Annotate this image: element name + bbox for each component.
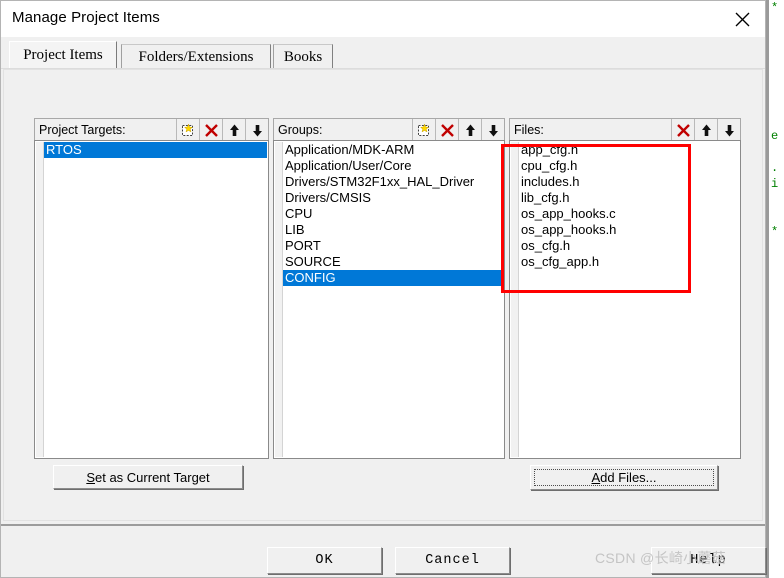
list-item[interactable]: os_cfg.h — [519, 238, 739, 254]
background-editor-line: * — [771, 1, 779, 15]
background-editor-line: e — [771, 129, 779, 143]
files-listbox[interactable]: app_cfg.h cpu_cfg.h includes.h lib_cfg.h os_… — [509, 140, 741, 459]
tab-strip: Project Items Folders/Extensions Books — [1, 37, 765, 69]
project-targets-gutter[interactable] — [36, 142, 44, 457]
groups-listbox[interactable]: Application/MDK-ARM Application/User/Core… — [273, 140, 505, 459]
list-item[interactable]: Application/User/Core — [283, 158, 503, 174]
add-files-button[interactable]: Add Files... — [530, 465, 718, 490]
list-item[interactable]: Drivers/STM32F1xx_HAL_Driver — [283, 174, 503, 190]
background-editor-line — [771, 112, 784, 128]
move-up-icon[interactable] — [458, 119, 481, 141]
tab-books[interactable]: Books — [273, 44, 333, 69]
groups-gutter[interactable] — [275, 142, 283, 457]
project-targets-items: RTOS — [44, 142, 267, 457]
help-label: Help — [690, 553, 727, 568]
background-editor-line — [771, 208, 784, 224]
groups-header: Groups: — [273, 118, 505, 141]
list-item[interactable]: os_cfg_app.h — [519, 254, 739, 270]
set-as-current-target-label: Set as Current Target — [86, 469, 210, 485]
background-editor-line — [771, 96, 784, 112]
ok-label: OK — [315, 553, 334, 568]
list-item[interactable]: Drivers/CMSIS — [283, 190, 503, 206]
background-editor-line: i — [771, 177, 779, 191]
project-targets-label: Project Targets: — [39, 122, 126, 137]
background-editor-line: . — [771, 161, 779, 175]
close-icon[interactable] — [719, 1, 765, 37]
new-item-icon[interactable] — [412, 119, 435, 141]
cancel-label: Cancel — [425, 553, 480, 568]
background-editor-line — [771, 192, 784, 208]
background-editor-line — [771, 64, 784, 80]
files-label: Files: — [514, 122, 544, 137]
project-targets-header: Project Targets: — [34, 118, 269, 141]
files-items: app_cfg.h cpu_cfg.h includes.h lib_cfg.h os_… — [519, 142, 739, 457]
move-down-icon[interactable] — [245, 119, 268, 141]
move-down-icon[interactable] — [717, 119, 740, 141]
set-as-current-target-button[interactable]: Set as Current Target — [53, 465, 243, 489]
screenshot-root: * e. i * Manage Project Items Project Items… — [0, 0, 784, 578]
list-item[interactable]: SOURCE — [283, 254, 503, 270]
delete-icon[interactable] — [671, 119, 694, 141]
tab-project-items[interactable]: Project Items — [9, 41, 117, 69]
project-targets-toolbar — [176, 119, 268, 141]
move-up-icon[interactable] — [222, 119, 245, 141]
ok-button[interactable]: OK — [267, 547, 382, 574]
tab-project-items-label: Project Items — [23, 47, 103, 63]
list-item[interactable]: os_app_hooks.c — [519, 206, 739, 222]
background-editor-line — [771, 144, 784, 160]
list-item[interactable]: CPU — [283, 206, 503, 222]
list-item[interactable]: Application/MDK-ARM — [283, 142, 503, 158]
list-item[interactable]: PORT — [283, 238, 503, 254]
delete-icon[interactable] — [435, 119, 458, 141]
list-item[interactable]: LIB — [283, 222, 503, 238]
groups-toolbar — [412, 119, 504, 141]
background-editor-line — [771, 48, 784, 64]
background-window-border — [766, 0, 769, 578]
background-editor-line — [771, 80, 784, 96]
delete-icon[interactable] — [199, 119, 222, 141]
help-button[interactable]: Help — [651, 547, 766, 574]
list-item[interactable]: lib_cfg.h — [519, 190, 739, 206]
move-down-icon[interactable] — [481, 119, 504, 141]
dialog-title: Manage Project Items — [12, 9, 160, 26]
tab-folders-extensions-label: Folders/Extensions — [138, 48, 254, 65]
list-item[interactable]: app_cfg.h — [519, 142, 739, 158]
list-item[interactable]: CONFIG — [283, 270, 503, 286]
background-editor-line — [771, 16, 784, 32]
files-gutter[interactable] — [511, 142, 519, 457]
files-toolbar — [671, 119, 740, 141]
tab-books-label: Books — [283, 48, 323, 65]
background-editor-text: * e. i * — [770, 0, 784, 578]
list-item[interactable]: RTOS — [44, 142, 267, 158]
manage-project-items-dialog: Manage Project Items Project Items Folde… — [0, 0, 766, 578]
add-files-label: Add Files... — [591, 470, 657, 485]
list-item[interactable]: os_app_hooks.h — [519, 222, 739, 238]
list-item[interactable]: includes.h — [519, 174, 739, 190]
groups-label: Groups: — [278, 122, 323, 137]
move-up-icon[interactable] — [694, 119, 717, 141]
background-editor-line — [771, 32, 784, 48]
tab-folders-extensions[interactable]: Folders/Extensions — [121, 44, 271, 69]
background-editor-line: * — [771, 225, 779, 239]
cancel-button[interactable]: Cancel — [395, 547, 510, 574]
files-header: Files: — [509, 118, 741, 141]
dialog-titlebar: Manage Project Items — [1, 1, 765, 37]
groups-items: Application/MDK-ARM Application/User/Core… — [283, 142, 503, 457]
list-item[interactable]: cpu_cfg.h — [519, 158, 739, 174]
project-targets-listbox[interactable]: RTOS — [34, 140, 269, 459]
new-item-icon[interactable] — [176, 119, 199, 141]
